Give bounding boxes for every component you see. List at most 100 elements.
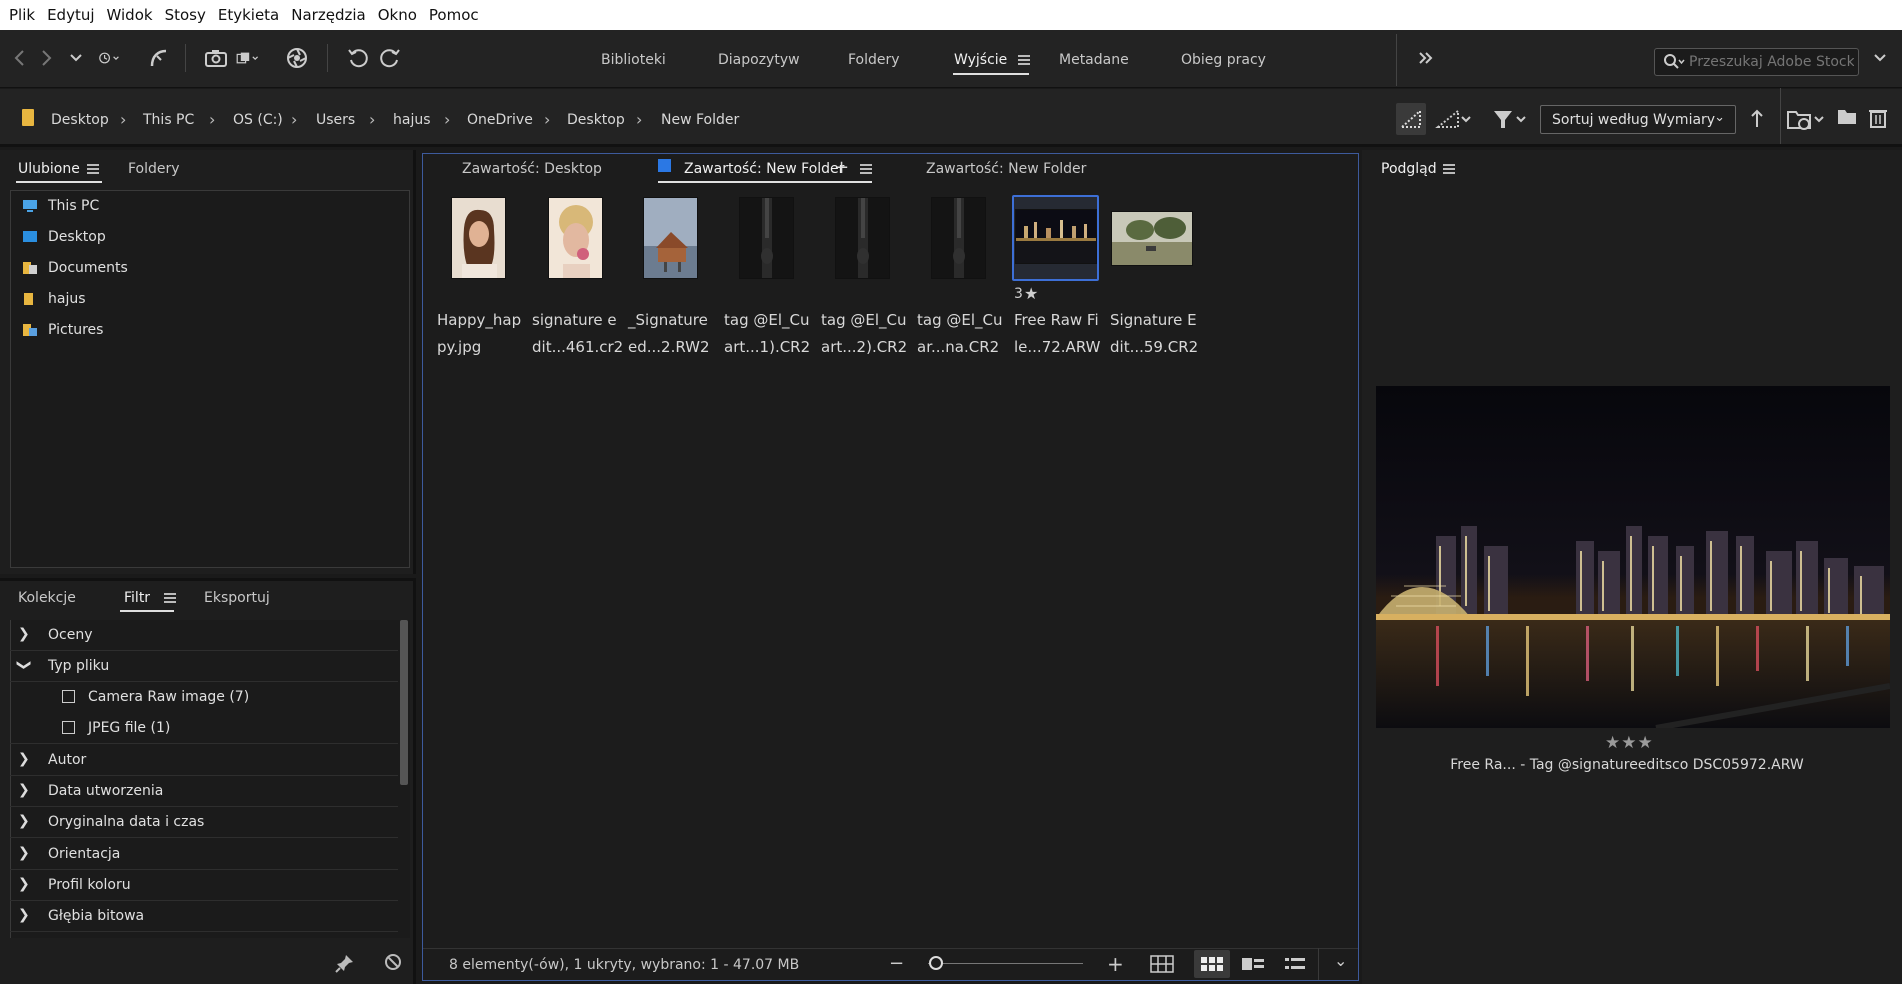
- breadcrumb-desktop-2[interactable]: Desktop: [567, 112, 625, 128]
- checkbox[interactable]: [62, 721, 75, 734]
- workspace-menu-icon[interactable]: [1018, 55, 1030, 66]
- favorite-documents[interactable]: Documents: [48, 260, 128, 276]
- chevron-down-icon[interactable]: ⌄: [1334, 951, 1347, 970]
- filter-row-author[interactable]: ❯ Autor: [10, 745, 398, 776]
- back-icon[interactable]: [8, 46, 32, 70]
- camera-download-icon[interactable]: [204, 46, 228, 70]
- search-input[interactable]: [1689, 53, 1854, 71]
- breadcrumb-separator-icon[interactable]: ›: [636, 110, 642, 129]
- favorites-menu-icon[interactable]: [87, 164, 99, 175]
- view-details-button[interactable]: [1240, 954, 1266, 974]
- workspace-tab-libraries[interactable]: Biblioteki: [601, 52, 666, 68]
- view-list-button[interactable]: [1282, 954, 1308, 974]
- tab-content-new-folder-2[interactable]: Zawartość: New Folder: [926, 161, 1086, 177]
- menu-help[interactable]: Pomoc: [429, 6, 479, 24]
- zoom-slider-track[interactable]: [928, 963, 1083, 964]
- thumbnail-image[interactable]: [548, 197, 603, 279]
- boomerang-icon[interactable]: [146, 46, 170, 70]
- favorite-pictures[interactable]: Pictures: [48, 322, 103, 338]
- chevron-down-icon[interactable]: [64, 46, 82, 70]
- filter-row-ratings[interactable]: ❯ Oceny: [10, 620, 398, 651]
- quality-thumbnail-button[interactable]: [1396, 103, 1426, 135]
- filter-option-camera-raw[interactable]: Camera Raw image (7): [10, 682, 398, 713]
- tab-content-new-folder[interactable]: Zawartość: New Folder: [684, 161, 844, 177]
- workspace-tab-filmstrip[interactable]: Diapozytyw: [718, 52, 800, 68]
- zoom-out-icon[interactable]: −: [889, 953, 904, 974]
- breadcrumb-separator-icon[interactable]: ›: [209, 110, 215, 129]
- thumbnail-image[interactable]: [451, 197, 506, 279]
- thumbnail-image[interactable]: [643, 197, 698, 279]
- sort-ascending-button[interactable]: [1746, 107, 1768, 131]
- thumbnail-image[interactable]: [1015, 209, 1097, 264]
- thumbnail-image[interactable]: [931, 197, 986, 279]
- favorite-desktop[interactable]: Desktop: [48, 229, 106, 245]
- search-options-chevron-icon[interactable]: [1868, 46, 1886, 70]
- filter-row-color-profile[interactable]: ❯ Profil koloru: [10, 870, 398, 901]
- clear-filter-button[interactable]: [382, 951, 404, 973]
- content-menu-icon[interactable]: [860, 164, 872, 175]
- rotate-right-icon[interactable]: [378, 46, 402, 70]
- breadcrumb-users[interactable]: Users: [316, 112, 355, 128]
- filter-scrollbar[interactable]: [400, 620, 408, 785]
- forward-icon[interactable]: [34, 46, 58, 70]
- breadcrumb-this-pc[interactable]: This PC: [143, 112, 194, 128]
- menu-view[interactable]: Widok: [107, 6, 153, 24]
- workspace-tab-output[interactable]: Wyjście: [954, 52, 1007, 68]
- thumbnail-image[interactable]: [739, 197, 794, 279]
- zoom-in-icon[interactable]: +: [1107, 952, 1124, 976]
- breadcrumb-separator-icon[interactable]: ›: [544, 110, 550, 129]
- zoom-slider-handle[interactable]: [929, 956, 943, 970]
- filter-items-button[interactable]: [1490, 103, 1532, 135]
- tab-preview[interactable]: Podgląd: [1381, 161, 1437, 177]
- workspace-tab-workflow[interactable]: Obieg pracy: [1181, 52, 1266, 68]
- pin-filter-button[interactable]: [334, 952, 356, 974]
- filter-row-date-created[interactable]: ❯ Data utworzenia: [10, 776, 398, 807]
- thumbnail-image[interactable]: [1111, 211, 1193, 266]
- quality-options-button[interactable]: [1434, 103, 1476, 135]
- breadcrumb-separator-icon[interactable]: ›: [369, 110, 375, 129]
- breadcrumb-separator-icon[interactable]: ›: [120, 110, 126, 129]
- refine-icon[interactable]: [236, 46, 276, 70]
- filter-row-bit-depth[interactable]: ❯ Głębia bitowa: [10, 901, 398, 932]
- menu-edit[interactable]: Edytuj: [47, 6, 94, 24]
- workspace-tab-folders[interactable]: Foldery: [848, 52, 900, 68]
- menu-stacks[interactable]: Stosy: [165, 6, 206, 24]
- photo-downloader-icon[interactable]: [285, 46, 309, 70]
- open-recent-button[interactable]: [1786, 106, 1826, 132]
- tab-folders[interactable]: Foldery: [128, 161, 180, 177]
- menu-file[interactable]: Plik: [9, 6, 35, 24]
- rotate-left-icon[interactable]: [346, 46, 370, 70]
- filter-row-orientation[interactable]: ❯ Orientacja: [10, 839, 398, 870]
- preview-menu-icon[interactable]: [1443, 164, 1455, 175]
- search-box[interactable]: [1654, 48, 1859, 76]
- breadcrumb-separator-icon[interactable]: ›: [291, 110, 297, 129]
- filter-row-original-date[interactable]: ❯ Oryginalna data i czas: [10, 807, 398, 838]
- favorite-hajus[interactable]: hajus: [48, 291, 86, 307]
- menu-tools[interactable]: Narzędzia: [291, 6, 365, 24]
- menu-window[interactable]: Okno: [378, 6, 417, 24]
- checkbox[interactable]: [62, 690, 75, 703]
- recent-history-icon[interactable]: [98, 46, 138, 70]
- tab-export[interactable]: Eksportuj: [204, 590, 270, 606]
- rating-stars[interactable]: ★★★: [1605, 733, 1654, 753]
- sort-dropdown[interactable]: Sortuj według Wymiary ⌄: [1540, 105, 1736, 134]
- tab-filter[interactable]: Filtr: [124, 590, 150, 606]
- breadcrumb-hajus[interactable]: hajus: [393, 112, 431, 128]
- filter-option-jpeg[interactable]: JPEG file (1): [10, 713, 398, 744]
- grid-lock-icon[interactable]: [1150, 954, 1174, 974]
- delete-button[interactable]: [1867, 106, 1889, 130]
- breadcrumb-onedrive[interactable]: OneDrive: [467, 112, 533, 128]
- more-workspaces-icon[interactable]: [1414, 46, 1433, 70]
- filter-row-file-type[interactable]: ❯ Typ pliku: [10, 651, 398, 682]
- tab-content-desktop[interactable]: Zawartość: Desktop: [462, 161, 602, 177]
- breadcrumb-new-folder[interactable]: New Folder: [661, 112, 739, 128]
- view-thumbnails-button[interactable]: [1194, 950, 1230, 978]
- tab-favorites[interactable]: Ulubione: [18, 161, 80, 177]
- tab-collections[interactable]: Kolekcje: [18, 590, 76, 606]
- thumbnail-image[interactable]: [835, 197, 890, 279]
- preview-image[interactable]: [1376, 386, 1890, 728]
- menu-label[interactable]: Etykieta: [218, 6, 279, 24]
- add-tab-icon[interactable]: +: [834, 157, 849, 178]
- breadcrumb-os-c[interactable]: OS (C:): [233, 112, 283, 128]
- breadcrumb-desktop[interactable]: Desktop: [51, 112, 109, 128]
